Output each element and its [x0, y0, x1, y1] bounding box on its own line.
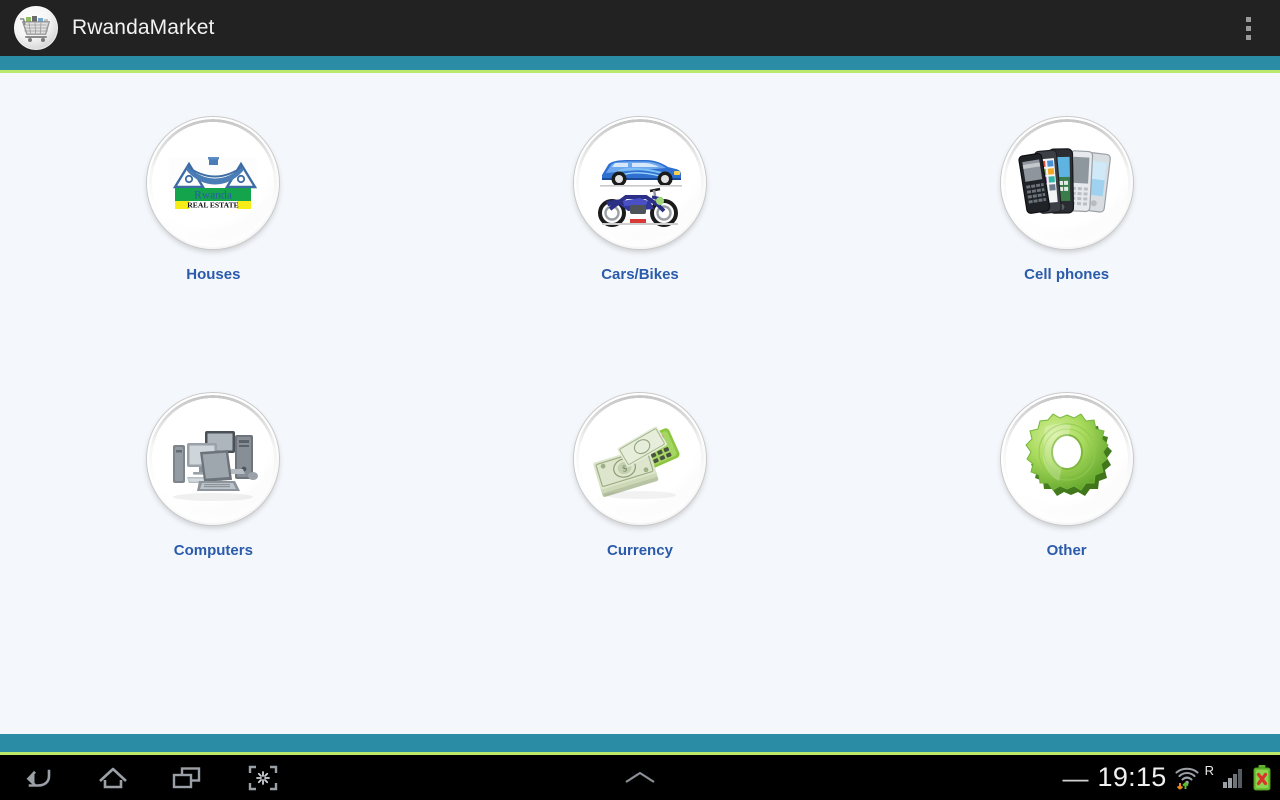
category-icon-circle: [573, 117, 706, 249]
status-area: — 19:15 R: [1063, 755, 1272, 800]
category-icon-circle: [1000, 393, 1133, 525]
title-bar: RwandaMarket: [0, 0, 1280, 56]
app-title: RwandaMarket: [72, 16, 215, 39]
category-label: Currency: [607, 542, 673, 559]
wifi-data-icon: [1174, 765, 1200, 791]
screenshot-icon[interactable]: [226, 755, 300, 800]
category-label: Other: [1046, 542, 1087, 559]
overflow-menu-icon[interactable]: [1226, 4, 1270, 52]
category-computers[interactable]: Computers: [113, 393, 313, 669]
status-clock: 19:15: [1097, 762, 1167, 792]
category-icon-circle: [1000, 117, 1133, 249]
status-dash: —: [1062, 762, 1089, 793]
house-logo-subtitle: REAL ESTATE: [188, 201, 239, 210]
accent-bar-teal-top: [0, 56, 1280, 70]
category-label: Cars/Bikes: [601, 266, 679, 283]
house-real-estate-icon: Rwanda REAL ESTATE: [169, 157, 258, 210]
accent-bar-teal-bottom: [0, 734, 1280, 752]
recent-apps-icon[interactable]: [150, 755, 224, 800]
category-cars-bikes[interactable]: Cars/Bikes: [540, 117, 740, 393]
overflow-dot: [1245, 34, 1251, 40]
shopping-cart-icon[interactable]: [14, 6, 58, 50]
category-icon-circle: $: [573, 393, 706, 525]
category-currency[interactable]: $ Currency: [540, 393, 740, 669]
back-arrow-icon[interactable]: [2, 755, 76, 800]
computers-icon: [173, 431, 259, 501]
category-houses[interactable]: Rwanda REAL ESTATE Houses: [113, 117, 313, 393]
overflow-dot: [1245, 16, 1251, 22]
battery-error-icon: [1252, 764, 1272, 792]
system-nav-bar: — 19:15 R: [0, 755, 1280, 800]
app-root: RwandaMarket Rwanda REAL ESTATE Houses C…: [0, 0, 1280, 800]
cell-phones-icon: [1018, 148, 1111, 214]
category-label: Cell phones: [1024, 266, 1110, 283]
roaming-indicator: R: [1204, 763, 1214, 778]
banknotes-calculator-icon: $: [593, 426, 680, 499]
home-icon[interactable]: [76, 755, 150, 800]
gear-icon: [1025, 413, 1112, 496]
signal-bars-icon: [1221, 766, 1245, 790]
category-grid: Rwanda REAL ESTATE Houses Cars/Bikes Cel…: [0, 73, 1280, 669]
category-label: Computers: [173, 542, 253, 559]
overflow-dot: [1245, 25, 1251, 31]
category-icon-circle: Rwanda REAL ESTATE: [147, 117, 280, 249]
content-area: Rwanda REAL ESTATE Houses Cars/Bikes Cel…: [0, 73, 1280, 734]
category-icon-circle: [147, 393, 280, 525]
category-label: Houses: [186, 266, 241, 283]
chevron-up-icon[interactable]: [603, 755, 677, 800]
category-cell-phones[interactable]: Cell phones: [967, 117, 1167, 393]
car-motorcycle-icon: [597, 160, 682, 227]
category-other[interactable]: Other: [967, 393, 1167, 669]
